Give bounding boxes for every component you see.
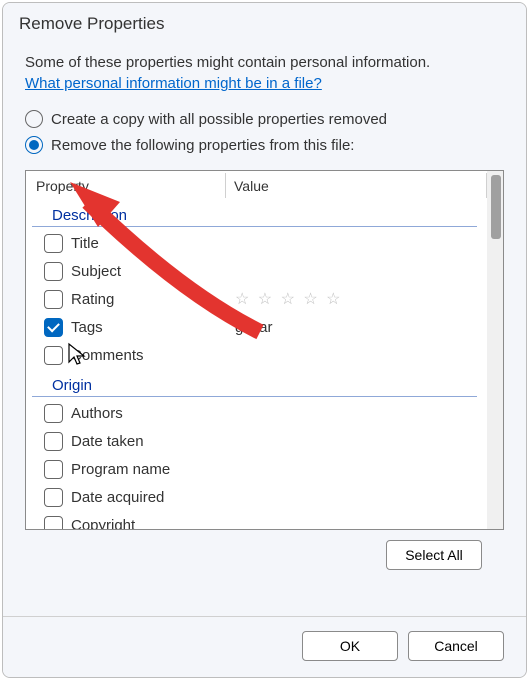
prop-name: Date taken [71, 433, 235, 450]
property-row-tags[interactable]: Tags guitar [26, 313, 487, 341]
prop-value: guitar [235, 319, 487, 336]
select-all-row: Select All [25, 530, 504, 578]
checkbox-date-taken[interactable] [44, 432, 63, 451]
radio-remove-following[interactable]: Remove the following properties from thi… [25, 136, 504, 154]
checkbox-date-acquired[interactable] [44, 488, 63, 507]
prop-name: Tags [71, 319, 235, 336]
checkbox-comments[interactable] [44, 346, 63, 365]
checkbox-subject[interactable] [44, 262, 63, 281]
property-row-date-taken[interactable]: Date taken [26, 427, 487, 455]
dialog-footer: OK Cancel [3, 616, 526, 677]
radio-create-copy[interactable]: Create a copy with all possible properti… [25, 110, 504, 128]
header-value[interactable]: Value [226, 173, 487, 198]
property-row-program-name[interactable]: Program name [26, 455, 487, 483]
prop-name: Program name [71, 461, 235, 478]
property-row-subject[interactable]: Subject [26, 257, 487, 285]
scrollbar[interactable] [487, 171, 503, 529]
intro-text: Some of these properties might contain p… [25, 54, 504, 71]
prop-name: Title [71, 235, 235, 252]
property-row-rating[interactable]: Rating ☆ ☆ ☆ ☆ ☆ [26, 285, 487, 313]
rating-stars: ☆ ☆ ☆ ☆ ☆ [235, 289, 487, 309]
prop-name: Authors [71, 405, 235, 422]
prop-name: Copyright [71, 517, 235, 530]
group-origin: Origin [32, 373, 477, 397]
radio-dot-icon [29, 140, 39, 150]
dialog-title: Remove Properties [3, 3, 526, 42]
radio-icon-selected [25, 136, 43, 154]
list-content: Property Value Description Title Subject [26, 171, 487, 529]
group-description: Description [32, 203, 477, 227]
property-row-comments[interactable]: Comments [26, 341, 487, 369]
help-link[interactable]: What personal information might be in a … [25, 75, 504, 92]
radio-icon [25, 110, 43, 128]
checkbox-tags[interactable] [44, 318, 63, 337]
properties-list: Property Value Description Title Subject [25, 170, 504, 530]
checkbox-rating[interactable] [44, 290, 63, 309]
list-header: Property Value [26, 173, 487, 199]
radio-label: Create a copy with all possible properti… [51, 111, 387, 128]
radio-label: Remove the following properties from thi… [51, 137, 354, 154]
checkbox-copyright[interactable] [44, 516, 63, 530]
prop-name: Subject [71, 263, 235, 280]
cancel-button[interactable]: Cancel [408, 631, 504, 661]
property-row-title[interactable]: Title [26, 229, 487, 257]
scrollbar-thumb[interactable] [491, 175, 501, 239]
property-row-authors[interactable]: Authors [26, 399, 487, 427]
prop-name: Rating [71, 291, 235, 308]
property-row-copyright[interactable]: Copyright [26, 511, 487, 529]
remove-properties-dialog: Remove Properties Some of these properti… [2, 2, 527, 678]
header-property[interactable]: Property [26, 173, 226, 198]
dialog-content: Some of these properties might contain p… [3, 42, 526, 616]
prop-name: Comments [71, 347, 235, 364]
checkbox-title[interactable] [44, 234, 63, 253]
prop-name: Date acquired [71, 489, 235, 506]
select-all-button[interactable]: Select All [386, 540, 482, 570]
checkbox-authors[interactable] [44, 404, 63, 423]
checkbox-program-name[interactable] [44, 460, 63, 479]
ok-button[interactable]: OK [302, 631, 398, 661]
property-row-date-acquired[interactable]: Date acquired [26, 483, 487, 511]
